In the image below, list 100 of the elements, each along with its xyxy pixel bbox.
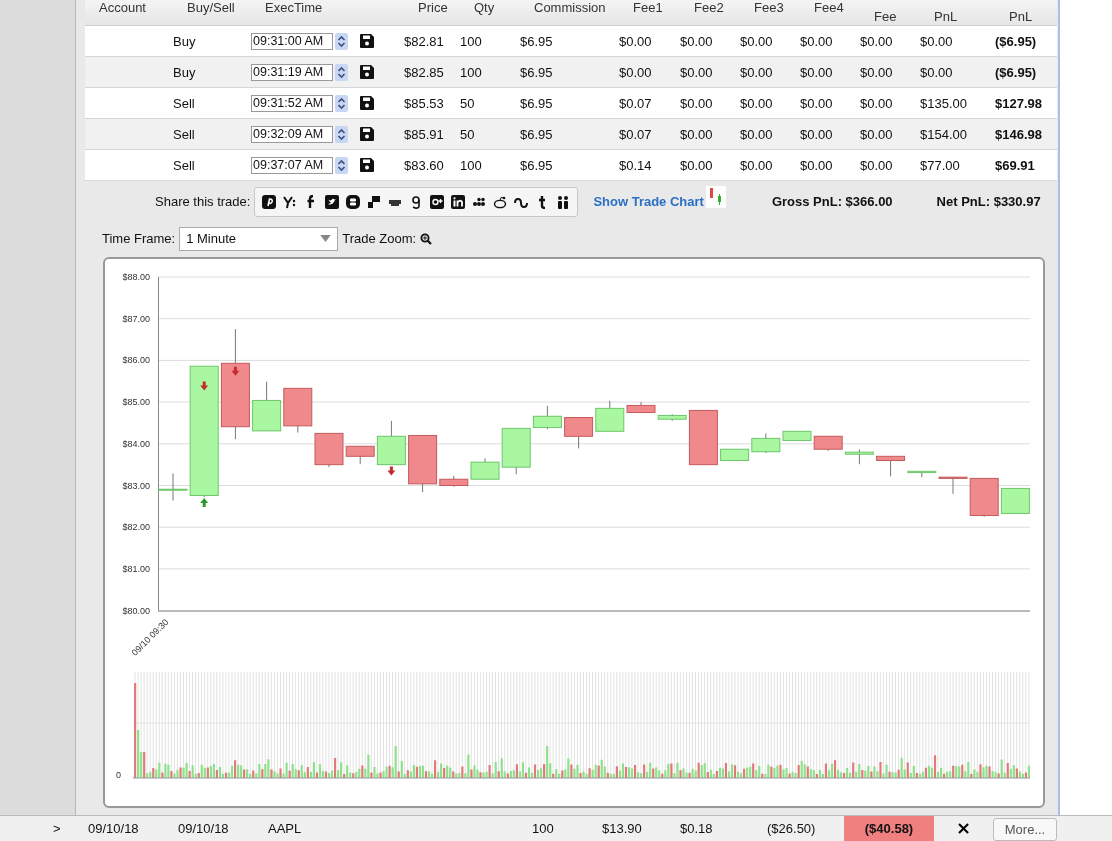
table-cell: $77.00 — [920, 157, 960, 173]
column-header[interactable]: Fee2 — [694, 0, 724, 15]
social-icon[interactable] — [367, 194, 382, 209]
table-cell: 50 — [460, 95, 475, 111]
table-cell: 100 — [460, 64, 482, 80]
spinner-icon[interactable] — [335, 156, 348, 174]
axis-label: $81.00 — [122, 563, 150, 574]
table-cell: $13.90 — [602, 821, 642, 836]
table-cell: $6.95 — [520, 33, 553, 49]
expand-toggle[interactable]: > — [53, 821, 61, 836]
column-header[interactable]: ExecTime — [265, 0, 323, 15]
axis-label: $84.00 — [122, 438, 150, 449]
table-cell: $0.00 — [860, 126, 893, 142]
candlestick-icon[interactable] — [705, 185, 726, 208]
save-icon[interactable] — [360, 65, 374, 79]
table-cell: AAPL — [268, 821, 302, 836]
net-pnl: Net PnL: $330.97 — [936, 194, 1041, 209]
save-icon[interactable] — [360, 96, 374, 110]
table-cell: Buy — [173, 64, 196, 80]
save-icon[interactable] — [360, 127, 374, 141]
table-cell: Sell — [173, 95, 195, 111]
table-cell: 50 — [460, 126, 475, 142]
social-icon[interactable] — [556, 194, 571, 209]
table-cell: $0.18 — [680, 821, 713, 836]
search-icon[interactable] — [420, 232, 433, 245]
table-cell: $0.00 — [740, 95, 773, 111]
time-field[interactable]: 09:31:00 AM — [251, 32, 333, 50]
share-label: Share this trade: — [155, 194, 251, 209]
axis-label: $87.00 — [122, 313, 150, 324]
trade-marker — [200, 498, 209, 507]
column-header[interactable]: PnL — [1009, 9, 1033, 24]
axis-label: $83.00 — [122, 480, 150, 491]
axis-label: $85.00 — [122, 397, 150, 408]
column-header[interactable]: Account — [99, 0, 146, 15]
table-cell: $85.53 — [404, 95, 444, 111]
table-cell: $0.00 — [619, 33, 652, 49]
table-cell: Sell — [173, 126, 195, 142]
save-icon[interactable] — [360, 34, 374, 48]
spinner-icon[interactable] — [335, 63, 348, 81]
time-field[interactable]: 09:31:52 AM — [251, 94, 333, 112]
table-cell: $69.91 — [995, 157, 1035, 173]
trade-marker — [200, 381, 209, 391]
table-cell: $6.95 — [520, 64, 553, 80]
table-cell: $0.00 — [800, 64, 833, 80]
more-button[interactable]: More... — [993, 818, 1057, 841]
table-cell: $0.00 — [680, 33, 713, 49]
column-header[interactable]: Fee — [874, 9, 897, 24]
column-header[interactable]: Fee3 — [754, 0, 784, 15]
save-icon[interactable] — [360, 158, 374, 172]
table-cell: $0.00 — [920, 64, 953, 80]
column-header[interactable]: Fee4 — [814, 0, 844, 15]
social-icon[interactable] — [451, 194, 466, 209]
social-icon[interactable] — [430, 194, 445, 209]
net-pnl-cell: ($40.58) — [844, 816, 934, 841]
column-header[interactable]: Qty — [474, 0, 495, 15]
spinner-icon[interactable] — [335, 125, 348, 143]
table-cell: $0.00 — [860, 157, 893, 173]
social-icon[interactable] — [493, 194, 508, 209]
time-frame-select[interactable]: 1 Minute — [179, 226, 339, 251]
spinner-icon[interactable] — [335, 94, 348, 112]
table-cell: $82.81 — [404, 33, 444, 49]
table-cell: $0.07 — [619, 126, 652, 142]
table-cell: $0.00 — [740, 64, 773, 80]
table-cell: $6.95 — [520, 157, 553, 173]
column-header[interactable]: Commission — [534, 0, 606, 15]
table-cell: $6.95 — [520, 95, 553, 111]
table-cell: $0.00 — [800, 126, 833, 142]
table-cell: $0.14 — [619, 157, 652, 173]
table-cell: $85.91 — [404, 126, 444, 142]
table-cell: $0.00 — [680, 157, 713, 173]
table-cell: 100 — [532, 821, 554, 836]
trade-marker — [231, 366, 240, 376]
trade-row[interactable]: > 09/10/18 09/10/18 AAPL 100 $13.90 $0.18 ($26.50) ($40.58) × More... — [0, 815, 1112, 841]
delete-button[interactable]: × — [952, 818, 976, 838]
social-icon[interactable] — [262, 194, 277, 209]
column-header[interactable]: Fee1 — [633, 0, 663, 15]
column-header[interactable]: Price — [418, 0, 448, 15]
trade-marker — [387, 466, 396, 476]
table-cell: $0.07 — [619, 95, 652, 111]
time-field[interactable]: 09:32:09 AM — [251, 125, 333, 143]
column-header[interactable]: PnL — [934, 9, 958, 24]
time-field[interactable]: 09:31:19 AM — [251, 63, 333, 81]
social-icon[interactable] — [346, 194, 361, 209]
time-field[interactable]: 09:37:07 AM — [251, 156, 333, 174]
table-cell: $127.98 — [995, 95, 1042, 111]
axis-label: $82.00 — [122, 522, 150, 533]
column-header[interactable]: Buy/Sell — [187, 0, 235, 15]
spinner-icon[interactable] — [335, 32, 348, 50]
table-cell: Buy — [173, 33, 196, 49]
table-cell: $0.00 — [740, 33, 773, 49]
table-cell: $0.00 — [680, 95, 713, 111]
social-icon[interactable] — [283, 194, 298, 209]
table-cell: $82.85 — [404, 64, 444, 80]
time-frame-label: Time Frame: — [102, 231, 176, 246]
table-cell: $146.98 — [995, 126, 1042, 142]
show-trade-chart-link[interactable]: Show Trade Chart — [593, 194, 704, 209]
axis-label: $80.00 — [122, 605, 150, 616]
social-icon[interactable] — [325, 194, 340, 209]
table-cell: 09/10/18 — [88, 821, 139, 836]
axis-label: $86.00 — [122, 355, 150, 366]
